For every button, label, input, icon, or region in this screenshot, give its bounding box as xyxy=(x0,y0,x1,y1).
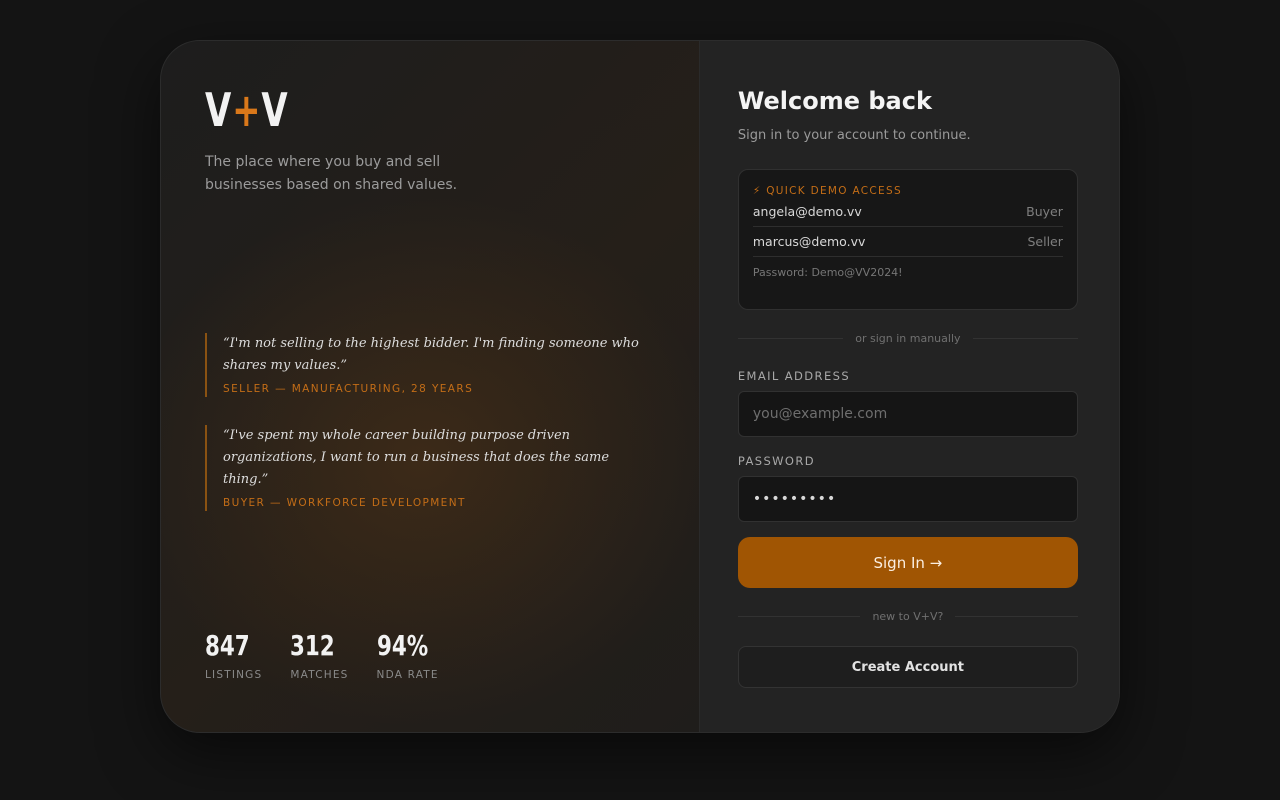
testimonial-quote: “I've spent my whole career building pur… xyxy=(205,425,655,511)
stat-value: 847 xyxy=(205,629,250,662)
demo-password-note: Password: Demo@VV2024! xyxy=(752,266,903,279)
sign-in-button[interactable]: Sign In → xyxy=(737,537,1078,588)
demo-access-box: ⚡ QUICK DEMO ACCESS angela@demo.vv Buyer… xyxy=(737,169,1078,310)
create-account-button[interactable]: Create Account xyxy=(737,646,1078,688)
demo-account-email: marcus@demo.vv xyxy=(752,234,866,249)
page-subtitle: Sign in to your account to continue. xyxy=(737,128,971,143)
brand-panel: V+V The place where you buy and sell bus… xyxy=(161,41,700,732)
brand-tagline: The place where you buy and sell busines… xyxy=(205,154,458,193)
demo-account-email: angela@demo.vv xyxy=(752,204,862,219)
password-label: PASSWORD xyxy=(737,454,816,468)
login-card: V+V The place where you buy and sell bus… xyxy=(160,40,1120,733)
demo-access-heading: ⚡ QUICK DEMO ACCESS xyxy=(753,185,1063,197)
divider-label: or sign in manually xyxy=(855,332,961,345)
stat-value: 312 xyxy=(290,629,336,662)
demo-account-buyer[interactable]: angela@demo.vv Buyer xyxy=(752,197,1063,227)
divider-label: new to V+V? xyxy=(872,610,944,623)
quote-attribution: SELLER — MANUFACTURING, 28 YEARS xyxy=(223,383,474,395)
stat-label: LISTINGS xyxy=(205,669,263,681)
stat-label: NDA RATE xyxy=(376,669,439,681)
email-field[interactable] xyxy=(737,391,1078,437)
page-title: Welcome back xyxy=(737,87,932,115)
quote-text: “I've spent my whole career building pur… xyxy=(223,428,610,487)
demo-access-label: QUICK DEMO ACCESS xyxy=(766,185,902,197)
signin-panel: Welcome back Sign in to your account to … xyxy=(699,41,1119,732)
demo-account-role: Buyer xyxy=(1026,204,1063,219)
stat-label: MATCHES xyxy=(290,669,349,681)
testimonial-quote: “I'm not selling to the highest bidder. … xyxy=(205,333,655,397)
lightning-icon: ⚡ xyxy=(752,185,762,197)
quote-attribution: BUYER — WORKFORCE DEVELOPMENT xyxy=(223,497,466,509)
manual-signin-divider: or sign in manually xyxy=(738,332,1078,345)
demo-account-seller[interactable]: marcus@demo.vv Seller xyxy=(752,227,1063,257)
password-field[interactable] xyxy=(737,476,1078,522)
new-user-divider: new to V+V? xyxy=(738,610,1078,623)
demo-account-role: Seller xyxy=(1027,234,1063,249)
stat-nda-rate: 94% NDA RATE xyxy=(377,629,439,681)
quote-text: “I'm not selling to the highest bidder. … xyxy=(223,336,639,373)
stats-row: 847 LISTINGS 312 MATCHES 94% NDA RATE xyxy=(205,629,439,681)
stat-matches: 312 MATCHES xyxy=(290,629,348,681)
brand-logo: V+V xyxy=(205,83,289,137)
stat-value: 94% xyxy=(376,629,428,662)
stat-listings: 847 LISTINGS xyxy=(205,629,262,681)
email-label: EMAIL ADDRESS xyxy=(737,369,851,383)
